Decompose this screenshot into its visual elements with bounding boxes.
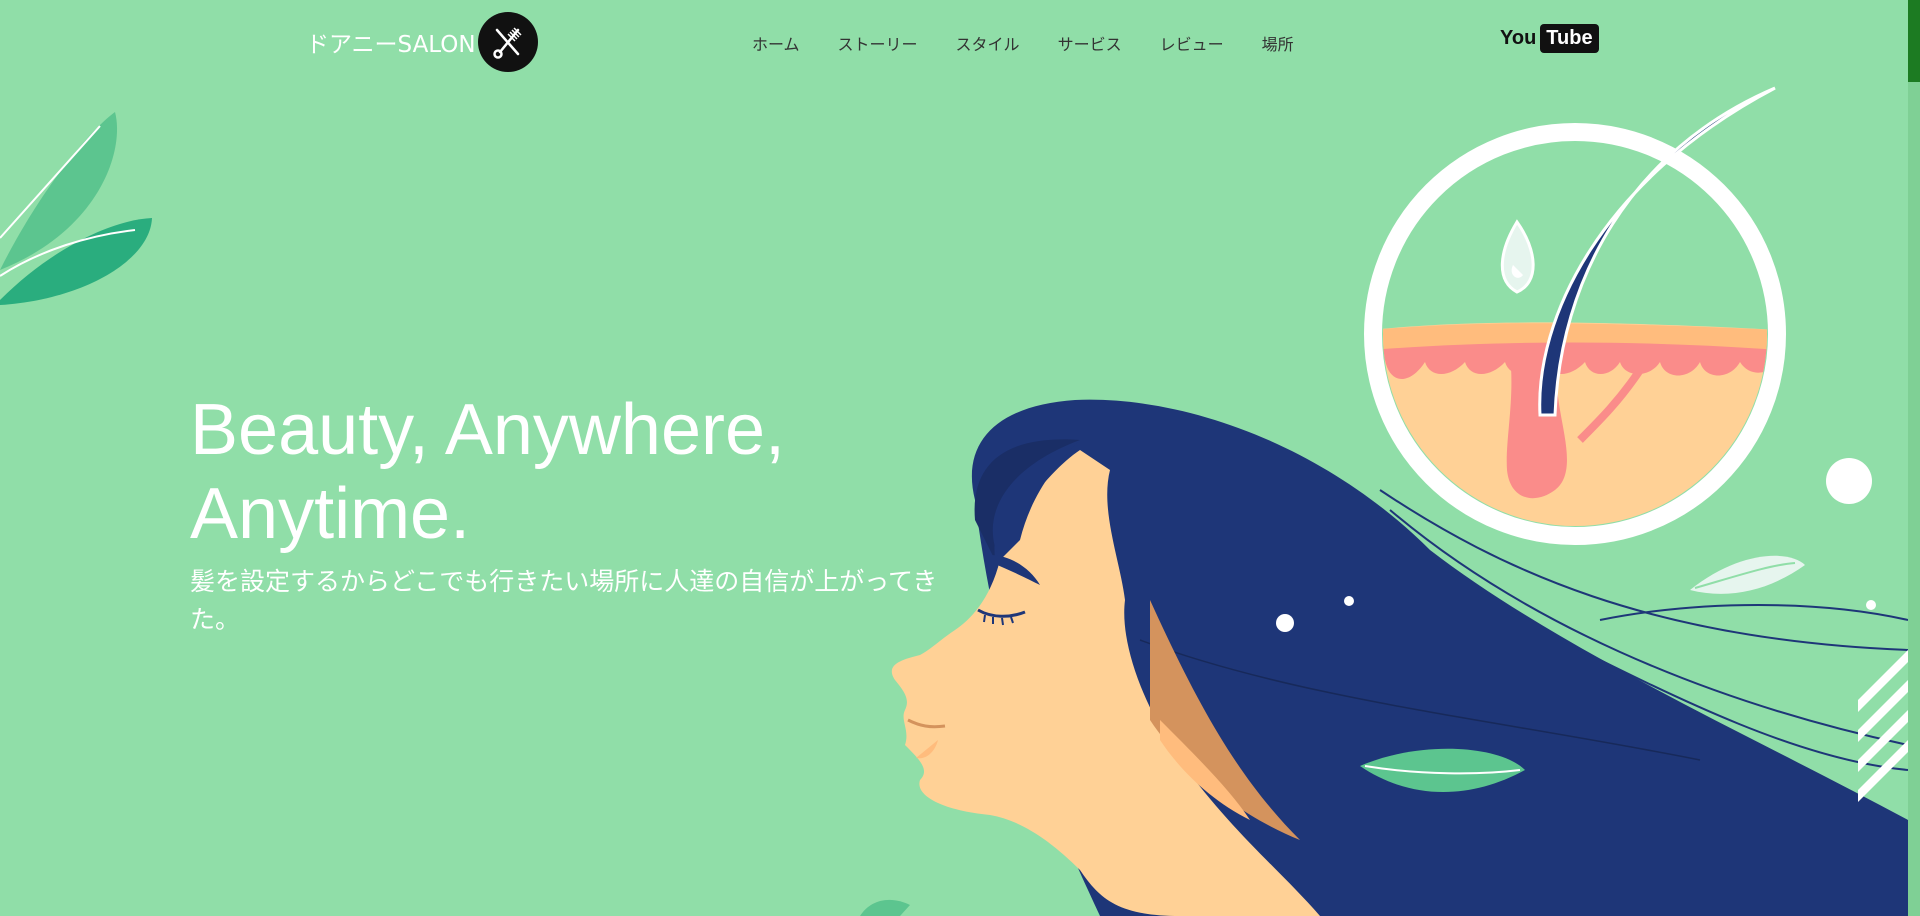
nav-item-review[interactable]: レビュー <box>1160 31 1224 55</box>
nav-item-home[interactable]: ホーム <box>752 31 800 55</box>
scrollbar-thumb[interactable] <box>1908 0 1920 82</box>
stripe-decoration <box>1858 650 1908 802</box>
dot-decoration <box>1866 600 1876 610</box>
youtube-logo-you: You <box>1500 27 1537 49</box>
hero-title-line-2: Anytime. <box>190 474 471 554</box>
page-scrollbar[interactable] <box>1908 0 1920 916</box>
nav-item-style[interactable]: スタイル <box>956 31 1020 55</box>
leaf-decoration-top-left <box>0 112 152 305</box>
youtube-link[interactable]: You Tube <box>1500 24 1599 53</box>
hair-follicle-illustration <box>1364 86 1786 545</box>
main-nav: ホーム ストーリー スタイル サービス レビュー 場所 <box>752 31 1332 55</box>
nav-item-location[interactable]: 場所 <box>1262 31 1294 55</box>
hero-title-line-1: Beauty, Anywhere, <box>190 390 786 470</box>
site-logo[interactable]: ドアニーSALON <box>306 12 538 72</box>
dot-decoration <box>1276 614 1294 632</box>
nav-item-service[interactable]: サービス <box>1058 31 1122 55</box>
hero-title: Beauty, Anywhere, Anytime. <box>190 388 950 556</box>
site-header: ドアニーSALON ホーム ストーリー スタイル サービス レビュー 場所 Yo… <box>0 0 1908 84</box>
dot-decoration <box>1826 458 1872 504</box>
dot-decoration <box>1344 596 1354 606</box>
hero-subtitle: 髪を設定するからどこでも行きたい場所に人達の自信が上がってきた。 <box>190 567 938 634</box>
logo-text: ドアニーSALON <box>306 32 476 58</box>
scissors-comb-icon <box>477 12 538 72</box>
nav-item-story[interactable]: ストーリー <box>838 31 918 55</box>
youtube-logo-tube: Tube <box>1540 24 1599 53</box>
